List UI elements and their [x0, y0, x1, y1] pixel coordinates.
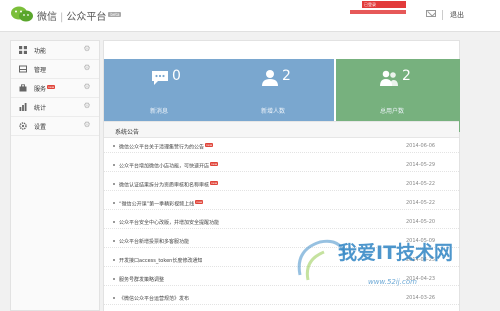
notice-item-date: 2014-04-23	[406, 276, 436, 282]
sidebar-item-label: 管理	[34, 67, 47, 74]
notice-item-title[interactable]: 公众平台增加微信小店功能，可快速开店 new	[119, 162, 219, 170]
notice-item-title[interactable]: 公众平台安全中心改版，并增加安全提醒功能	[119, 219, 219, 226]
notice-item[interactable]: “微信公开课”第一季精彩视频上线 new 2014-05-22	[104, 197, 459, 210]
notice-item-text[interactable]: “微信公开课”第一季精彩视频上线	[119, 202, 194, 208]
cog-icon[interactable]: ⚙	[83, 83, 91, 91]
brand-platform: 公众平台	[66, 12, 107, 23]
new-users-count: 2	[282, 68, 291, 84]
notice-item-title[interactable]: 《微信公众平台运营规范》发布	[119, 295, 189, 302]
notice-item-date: 2014-03-26	[406, 295, 436, 301]
mail-icon[interactable]	[426, 10, 436, 17]
sidebar-item-services[interactable]: 服务 new ⚙	[11, 79, 99, 98]
notice-item[interactable]: 公众平台增加微信小店功能，可快速开店 new 2014-05-29	[104, 159, 459, 172]
briefcase-icon	[19, 84, 27, 92]
notice-item-title[interactable]: 微信认证结果拆分为资质审核和名称审核 new	[119, 181, 219, 189]
system-notice-panel: 系统公告 微信公众平台关于清理集赞行为的公告 new 2014-06-06 公众平台增…	[104, 121, 459, 311]
sidebar-item-statistics[interactable]: 统计 ⚙	[11, 98, 99, 117]
sidebar-item-label: 服务 new	[34, 84, 56, 93]
notice-title: 系统公告	[115, 129, 140, 136]
new-messages-count: 0	[172, 68, 181, 84]
new-messages-label: 新消息	[150, 108, 169, 115]
notice-item-text[interactable]: 公众平台安全中心改版，并增加安全提醒功能	[119, 220, 219, 226]
top-header: 微信 | 公众平台 beta 已登录 退出	[0, 0, 500, 32]
header-divider	[442, 10, 443, 20]
sidebar-item-management[interactable]: 管理 ⚙	[11, 60, 99, 79]
notice-item-title[interactable]: 微信公众平台关于清理集赞行为的公告 new	[119, 143, 214, 151]
notice-item-date: 2014-04-25	[406, 257, 436, 263]
notice-item-text[interactable]: 《微信公众平台运营规范》发布	[119, 296, 189, 302]
cog-icon[interactable]: ⚙	[83, 102, 91, 110]
settings-gear-icon	[19, 122, 27, 130]
notice-item-title[interactable]: 服务号群发策略调整	[119, 276, 164, 283]
sidebar-item-settings[interactable]: 设置 ⚙	[11, 117, 99, 136]
notice-item[interactable]: 微信认证结果拆分为资质审核和名称审核 new 2014-05-22	[104, 178, 459, 191]
bar-chart-icon	[19, 103, 27, 111]
wechat-logo-icon[interactable]	[10, 5, 34, 23]
bullet-icon	[113, 297, 115, 299]
sidebar-item-label: 功能	[34, 48, 47, 55]
bullet-icon	[113, 259, 115, 261]
sidebar-item-label: 统计	[34, 105, 47, 112]
brand-wechat: 微信	[37, 12, 57, 23]
new-badge: new	[205, 143, 214, 147]
new-badge: new	[210, 181, 219, 185]
notice-header: 系统公告	[104, 122, 459, 138]
users-icon	[380, 70, 398, 86]
notice-item[interactable]: 公众平台安全中心改版，并增加安全提醒功能 2014-05-20	[104, 216, 459, 229]
user-account-area[interactable]: 已登录	[350, 1, 406, 19]
logout-link[interactable]: 退出	[450, 10, 464, 20]
notice-item-date: 2014-06-06	[406, 143, 436, 149]
notice-item-title[interactable]: 开发接口access_token长度修改通知	[119, 257, 202, 264]
user-icon	[262, 70, 278, 86]
notice-item[interactable]: 微信公众平台关于清理集赞行为的公告 new 2014-06-06	[104, 140, 459, 153]
brand-separator: |	[60, 12, 64, 23]
notice-item-text[interactable]: 服务号群发策略调整	[119, 277, 164, 283]
bullet-icon	[113, 202, 115, 204]
notice-item-text[interactable]: 微信公众平台关于清理集赞行为的公告	[119, 145, 204, 151]
sidebar-item-label: 设置	[34, 124, 47, 131]
bullet-icon	[113, 164, 115, 166]
beta-badge: beta	[108, 11, 122, 17]
sidebar: 功能 ⚙ 管理 ⚙ 服务 new ⚙ 统计 ⚙ 设置 ⚙	[10, 40, 100, 311]
sidebar-item-features[interactable]: 功能 ⚙	[11, 41, 99, 60]
notice-item[interactable]: 公众平台新增投票和多客服功能 2014-05-09	[104, 235, 459, 248]
notice-item-date: 2014-05-22	[406, 181, 436, 187]
cog-icon[interactable]: ⚙	[83, 121, 91, 129]
notice-item-title[interactable]: “微信公开课”第一季精彩视频上线 new	[119, 200, 204, 208]
bullet-icon	[113, 278, 115, 280]
new-badge: new	[210, 162, 219, 166]
bullet-icon	[113, 145, 115, 147]
new-badge: new	[195, 200, 204, 204]
notice-item-text[interactable]: 公众平台增加微信小店功能，可快速开店	[119, 164, 209, 170]
sidebar-item-label-text: 服务	[34, 86, 47, 93]
notice-item-text[interactable]: 开发接口access_token长度修改通知	[119, 258, 202, 264]
notice-item-date: 2014-05-29	[406, 162, 436, 168]
notice-item-date: 2014-05-09	[406, 238, 436, 244]
cog-icon[interactable]: ⚙	[83, 64, 91, 72]
user-name[interactable]: 已登录	[362, 1, 406, 8]
notice-item-date: 2014-05-22	[406, 200, 436, 206]
user-highlight-bar	[350, 10, 406, 14]
total-users-label: 总用户数	[380, 108, 405, 115]
message-icon	[152, 71, 168, 85]
cog-icon[interactable]: ⚙	[83, 45, 91, 53]
notice-item-title[interactable]: 公众平台新增投票和多客服功能	[119, 238, 189, 245]
bullet-icon	[113, 183, 115, 185]
total-users-count: 2	[402, 68, 411, 84]
new-badge: new	[47, 85, 56, 89]
brand-title: 微信 | 公众平台 beta	[37, 8, 122, 23]
notice-item-text[interactable]: 公众平台新增投票和多客服功能	[119, 239, 189, 245]
notice-item[interactable]: 服务号群发策略调整 2014-04-23	[104, 273, 459, 286]
notice-item-date: 2014-05-20	[406, 219, 436, 225]
dashboard-main: 0 新消息 2 新增人数 2 总用户数 系统公告 微信公众平台关于清理集赞行为的…	[103, 40, 460, 311]
notice-item[interactable]: 开发接口access_token长度修改通知 2014-04-25	[104, 254, 459, 267]
bullet-icon	[113, 221, 115, 223]
notice-item-text[interactable]: 微信认证结果拆分为资质审核和名称审核	[119, 183, 209, 189]
inbox-icon	[19, 65, 27, 73]
notice-item[interactable]: 《微信公众平台运营规范》发布 2014-03-26	[104, 292, 459, 305]
new-users-label: 新增人数	[261, 108, 286, 115]
bullet-icon	[113, 240, 115, 242]
grid-icon	[19, 46, 27, 54]
